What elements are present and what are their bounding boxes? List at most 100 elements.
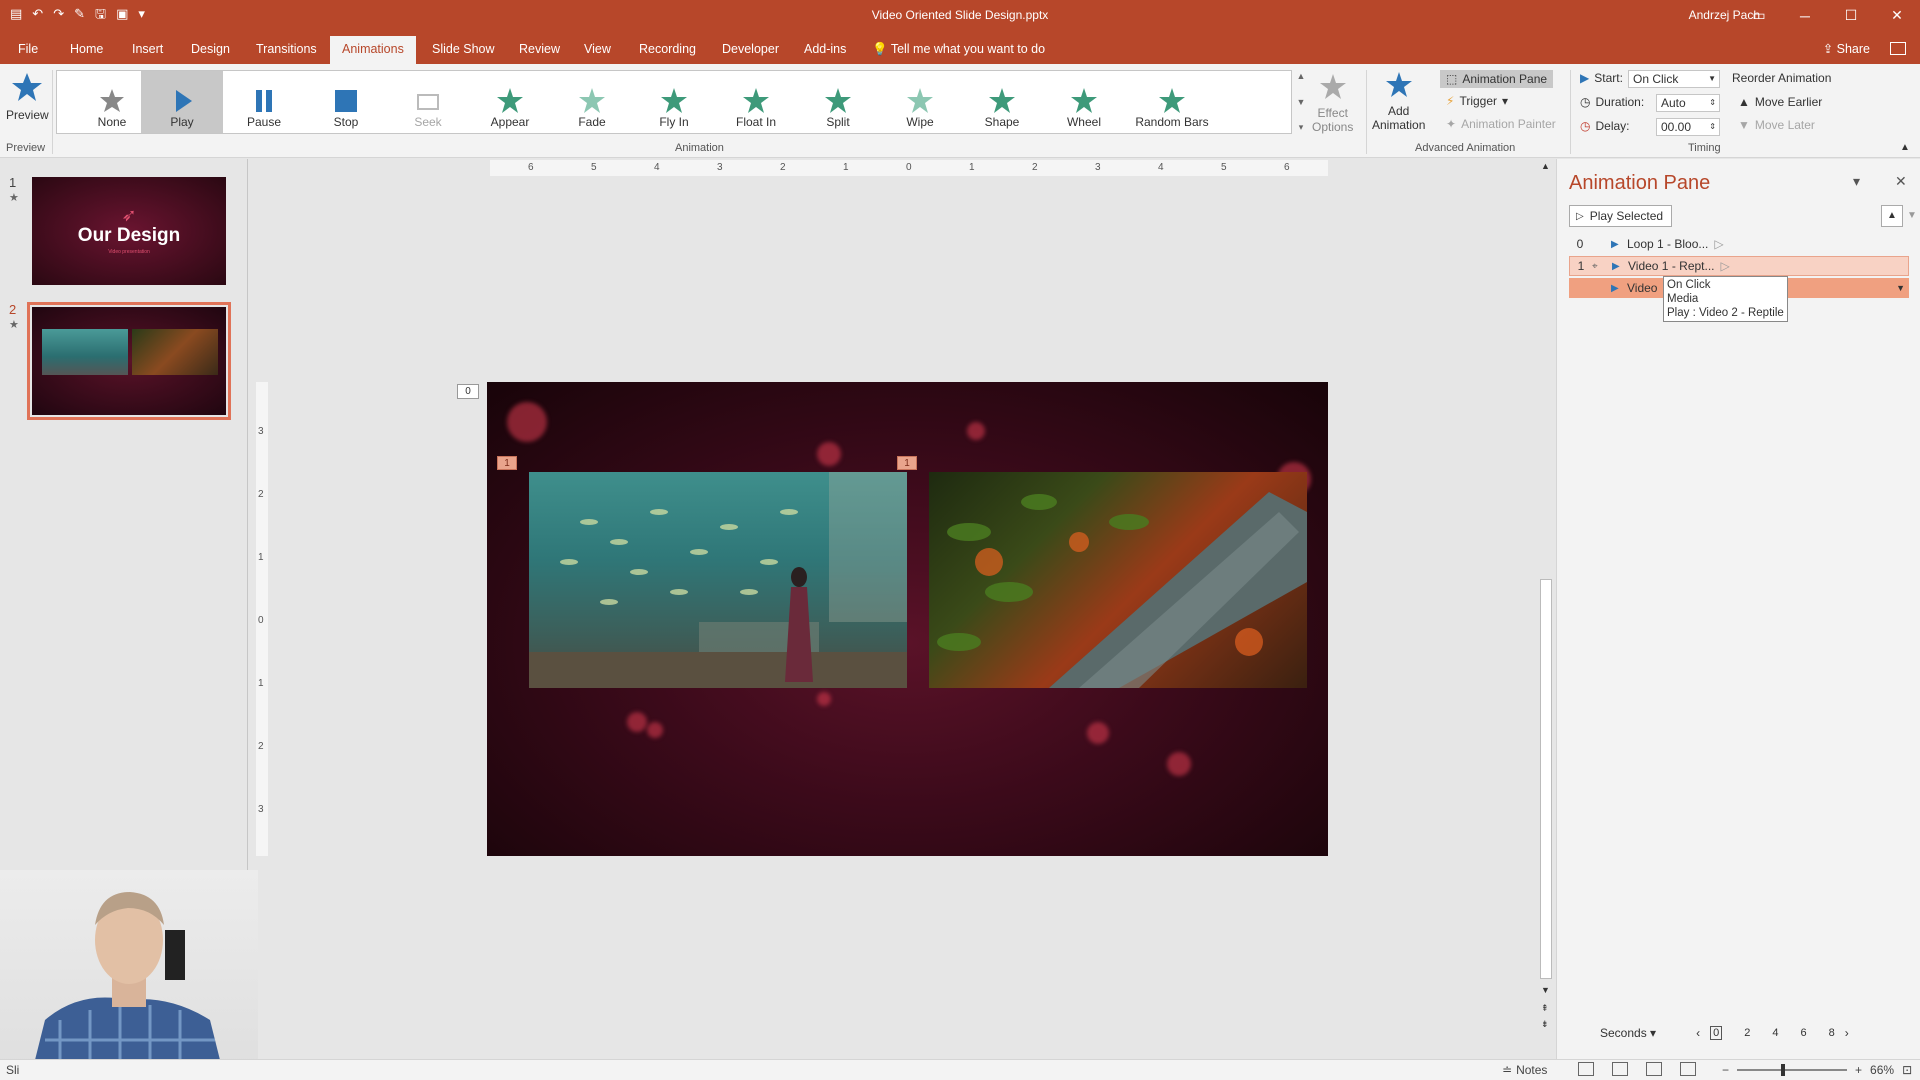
zoom-slider-thumb[interactable] [1781,1064,1786,1076]
tab-add-ins[interactable]: Add-ins [792,36,858,64]
gallery-item-random-bars[interactable]: Random Bars [1125,71,1219,133]
clock-icon: ◷ [1580,95,1591,109]
reorder-title: Reorder Animation [1732,71,1832,85]
play-selected-button[interactable]: ▷ Play Selected [1569,205,1673,227]
tab-review[interactable]: Review [507,36,572,64]
horizontal-ruler: 6 5 4 3 2 1 0 1 2 3 4 5 6 [490,160,1328,176]
timeline-unit-dropdown[interactable]: Seconds ▾ [1600,1026,1656,1040]
slide-thumbnail-1[interactable]: ➶ Our Design Video presentation [32,177,226,285]
gallery-item-wipe[interactable]: Wipe [879,71,961,133]
tab-file[interactable]: File [6,36,50,64]
slide-sorter-icon[interactable] [1612,1062,1628,1076]
zoom-in-icon[interactable]: + [1855,1063,1862,1077]
effect-options-star-icon [1319,74,1346,99]
gallery-item-wheel[interactable]: Wheel [1043,71,1125,133]
canvas-scrollbar[interactable]: ▲ ▼ ⇞ ⇟ [1538,159,1554,1039]
zoom-level[interactable]: 66% [1870,1063,1894,1077]
timing-bar-icon: ▷ [1720,259,1730,273]
tab-home[interactable]: Home [58,36,115,64]
tab-slide-show[interactable]: Slide Show [420,36,507,64]
tab-design[interactable]: Design [179,36,242,64]
comments-icon[interactable] [1890,42,1906,55]
row-dropdown-icon[interactable]: ▼ [1896,283,1905,293]
animation-tooltip: On Click Media Play : Video 2 - Reptile [1663,276,1788,322]
tab-view[interactable]: View [572,36,623,64]
scroll-up-icon[interactable]: ▲ [1541,161,1550,171]
gallery-item-pause[interactable]: Pause [223,71,305,133]
preview-button[interactable]: Preview [6,70,49,122]
slideshow-icon[interactable] [1680,1062,1696,1076]
gallery-item-fade[interactable]: Fade [551,71,633,133]
move-up-icon[interactable]: ▲ [1881,205,1903,227]
video-aquarium[interactable] [529,472,907,688]
normal-view-icon[interactable] [1578,1062,1594,1076]
animation-tag-1-right[interactable]: 1 [897,456,917,470]
tab-developer[interactable]: Developer [710,36,791,64]
share-button[interactable]: ⇪ Share [1823,36,1870,62]
ribbon-display-icon[interactable]: ▭ [1736,0,1782,31]
gallery-item-stop[interactable]: Stop [305,71,387,133]
bokeh-decoration [1167,752,1191,776]
tab-insert[interactable]: Insert [120,36,175,64]
animation-painter-button[interactable]: ✦ Animation Painter [1446,117,1556,131]
thumb-video-aquarium [42,329,128,375]
gallery-item-fly-in[interactable]: Fly In [633,71,715,133]
tab-recording[interactable]: Recording [627,36,708,64]
play-icon [176,90,192,112]
duration-stepper[interactable]: Auto ⇕ [1656,94,1720,112]
gallery-item-shape[interactable]: Shape [961,71,1043,133]
gallery-up-icon[interactable]: ▲ [1297,71,1306,81]
next-slide-icon[interactable]: ⇟ [1541,1019,1549,1030]
maximize-icon[interactable]: ☐ [1828,0,1874,31]
gallery-item-seek[interactable]: Seek [387,71,469,133]
trigger-button[interactable]: ⚡ Trigger ▾ [1446,94,1508,108]
close-pane-icon[interactable]: ✕ [1895,173,1907,190]
slide-thumbnail-2[interactable] [27,302,231,420]
animation-pane-button[interactable]: ⬚ Animation Pane [1440,70,1554,88]
minimize-icon[interactable]: ─ [1782,0,1828,31]
delay-stepper[interactable]: 00.00 ⇕ [1656,118,1720,136]
collapse-ribbon-icon[interactable]: ▲ [1900,142,1910,153]
move-earlier-button[interactable]: ▲ Move Earlier [1738,95,1822,109]
tell-me-search[interactable]: 💡 Tell me what you want to do [872,36,1045,62]
animation-tag-0[interactable]: 0 [457,384,479,399]
animation-row[interactable]: 0 ▶ Loop 1 - Bloo... ▷ [1569,234,1909,254]
group-label-timing: Timing [1688,142,1721,154]
slide-canvas: 1 1 [487,382,1328,856]
add-animation-button[interactable]: Add Animation [1372,70,1425,132]
move-down-icon[interactable]: ▼ [1907,205,1919,227]
animation-tag-1-left[interactable]: 1 [497,456,517,470]
notes-button[interactable]: ≐ Notes [1502,1063,1547,1077]
gallery-item-play[interactable]: Play [141,71,223,133]
zoom-out-icon[interactable]: − [1722,1063,1729,1077]
reading-view-icon[interactable] [1646,1062,1662,1076]
chevron-down-icon: ▾ [1502,94,1509,108]
move-later-button[interactable]: ▼ Move Later [1738,118,1815,132]
previous-slide-icon[interactable]: ⇞ [1541,1003,1549,1014]
timeline-right-icon[interactable]: › [1845,1026,1849,1040]
gallery-more-icon[interactable]: ▾ [1299,122,1304,133]
effect-options-button[interactable]: Effect Options [1312,72,1353,134]
timeline-left-icon[interactable]: ‹ [1696,1026,1700,1040]
tab-transitions[interactable]: Transitions [244,36,329,64]
arrow-down-icon: ▼ [1738,118,1750,132]
start-dropdown[interactable]: On Click ▼ [1628,70,1720,88]
delay-label: ◷ Delay: [1580,119,1630,133]
fit-slide-icon[interactable]: ⊡ [1902,1063,1912,1077]
bokeh-decoration [817,442,841,466]
presenter-video [30,892,225,1080]
tab-animations[interactable]: Animations [330,36,416,64]
gallery-item-appear[interactable]: Appear [469,71,551,133]
pane-options-icon[interactable]: ▾ [1853,173,1860,190]
animation-row-selected[interactable]: 1 ⌖ ▶ Video 1 - Rept... ▷ [1569,256,1909,276]
fade-star-icon [579,88,605,113]
video-reptile[interactable] [929,472,1307,688]
gallery-down-icon[interactable]: ▼ [1297,97,1306,107]
scroll-down-icon[interactable]: ▼ [1541,985,1550,995]
gallery-item-split[interactable]: Split [797,71,879,133]
group-label-preview: Preview [6,142,46,154]
zoom-slider[interactable] [1737,1064,1848,1076]
scroll-thumb[interactable] [1540,579,1552,979]
close-icon[interactable]: ✕ [1874,0,1920,31]
gallery-item-float-in[interactable]: Float In [715,71,797,133]
